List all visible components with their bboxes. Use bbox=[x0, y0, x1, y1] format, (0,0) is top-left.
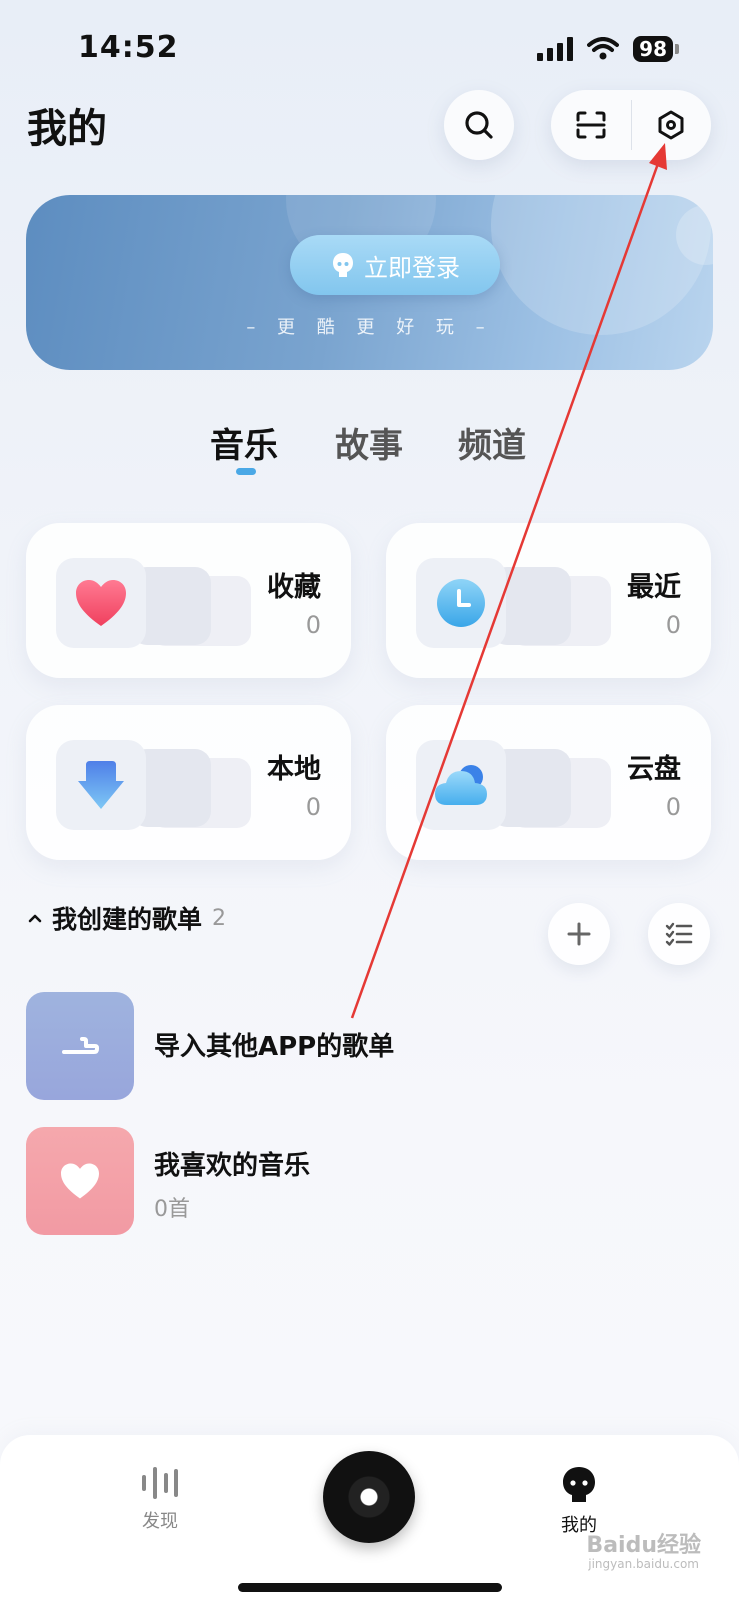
battery-tip bbox=[675, 44, 679, 54]
login-label: 立即登录 bbox=[364, 253, 460, 282]
settings-icon bbox=[658, 110, 684, 140]
playlist-import[interactable]: 导入其他APP的歌单 bbox=[26, 992, 706, 1100]
card-title: 本地 bbox=[267, 754, 321, 785]
import-icon bbox=[62, 1037, 99, 1054]
card-thumb bbox=[416, 558, 506, 648]
login-banner: 立即登录 – 更 酷 更 好 玩 – bbox=[26, 195, 713, 370]
card-local[interactable]: 本地 0 bbox=[26, 705, 351, 860]
status-time: 14:52 bbox=[78, 30, 179, 65]
card-count: 0 bbox=[305, 611, 321, 639]
status-bar: 14:52 98 bbox=[0, 0, 739, 90]
playlist-cover bbox=[26, 1127, 134, 1235]
card-thumb bbox=[56, 558, 146, 648]
now-playing-disc[interactable] bbox=[323, 1451, 415, 1543]
checklist-icon bbox=[665, 922, 693, 946]
playlist-title: 我喜欢的音乐 bbox=[154, 1151, 311, 1181]
card-thumb bbox=[416, 740, 506, 830]
watermark-brand: Baidu经验 bbox=[586, 1533, 701, 1558]
status-icons: 98 bbox=[537, 36, 679, 62]
bottom-nav: 发现 我的 Baidu经验 jingyan.baidu.com bbox=[0, 1435, 739, 1600]
home-indicator bbox=[238, 1583, 502, 1592]
manage-playlist-button[interactable] bbox=[648, 903, 710, 965]
card-cloud[interactable]: 云盘 0 bbox=[386, 705, 711, 860]
tab-indicator bbox=[236, 468, 256, 475]
avatar-icon bbox=[333, 253, 353, 277]
download-icon bbox=[78, 761, 124, 809]
search-button[interactable] bbox=[444, 90, 514, 160]
battery-level: 98 bbox=[633, 36, 673, 62]
scan-button[interactable] bbox=[551, 90, 631, 160]
card-thumb bbox=[56, 740, 146, 830]
playlist-section-header[interactable]: 我创建的歌单 2 bbox=[28, 900, 226, 936]
clock-icon bbox=[437, 579, 485, 627]
card-title: 云盘 bbox=[627, 754, 681, 785]
card-favorites[interactable]: 收藏 0 bbox=[26, 523, 351, 678]
tab-story[interactable]: 故事 bbox=[335, 418, 403, 467]
chevron-up-icon bbox=[28, 914, 42, 923]
watermark-url: jingyan.baidu.com bbox=[588, 1557, 699, 1571]
section-title: 我创建的歌单 bbox=[52, 905, 203, 934]
section-count: 2 bbox=[212, 905, 227, 931]
header-action-group bbox=[551, 90, 711, 160]
card-title: 收藏 bbox=[267, 572, 321, 603]
card-count: 0 bbox=[665, 611, 681, 639]
tab-channel[interactable]: 频道 bbox=[458, 418, 526, 467]
profile-icon bbox=[563, 1467, 595, 1502]
cloud-icon bbox=[435, 765, 487, 805]
playlist-track-count: 0首 bbox=[154, 1197, 190, 1222]
card-count: 0 bbox=[305, 793, 321, 821]
content-tabs: 音乐 故事 频道 bbox=[0, 418, 739, 478]
heart-icon bbox=[76, 580, 126, 626]
search-icon bbox=[465, 111, 493, 139]
signal-icon bbox=[537, 37, 574, 61]
login-button[interactable]: 立即登录 bbox=[290, 235, 500, 295]
card-count: 0 bbox=[665, 793, 681, 821]
tab-music[interactable]: 音乐 bbox=[210, 418, 278, 467]
banner-tagline: – 更 酷 更 好 玩 – bbox=[246, 317, 493, 338]
card-title: 最近 bbox=[627, 572, 681, 603]
heart-icon bbox=[61, 1163, 99, 1199]
nav-label: 发现 bbox=[142, 1511, 178, 1532]
playlist-liked[interactable]: 我喜欢的音乐 0首 bbox=[26, 1127, 706, 1235]
page-title: 我的 bbox=[27, 106, 107, 152]
scan-icon bbox=[576, 111, 606, 139]
card-recent[interactable]: 最近 0 bbox=[386, 523, 711, 678]
playlist-cover bbox=[26, 992, 134, 1100]
playlist-title: 导入其他APP的歌单 bbox=[154, 1032, 395, 1062]
add-playlist-button[interactable] bbox=[548, 903, 610, 965]
soundwave-icon bbox=[142, 1467, 178, 1499]
wifi-icon bbox=[587, 37, 620, 60]
plus-icon bbox=[567, 922, 591, 946]
settings-button[interactable] bbox=[631, 90, 711, 160]
nav-discover[interactable]: 发现 bbox=[120, 1465, 200, 1533]
